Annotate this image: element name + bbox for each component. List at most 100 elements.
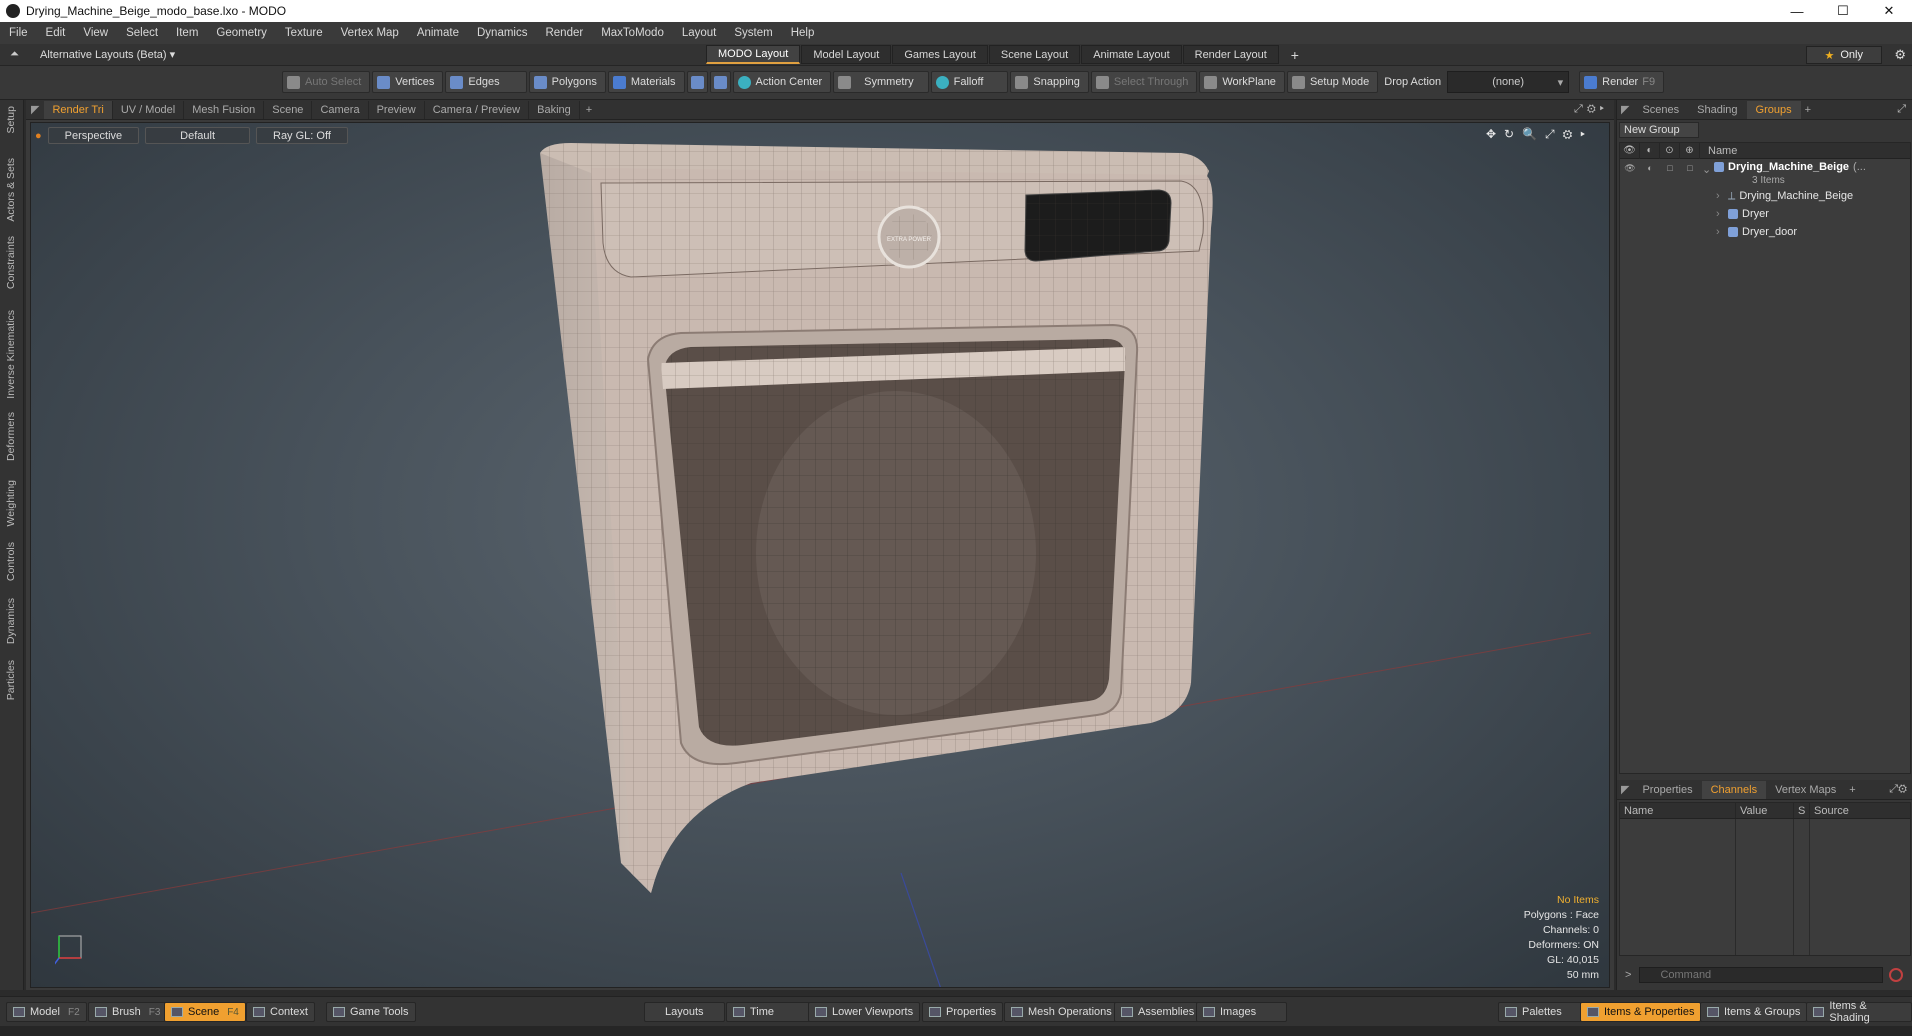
viewport-nav-icons[interactable]: ✥↻🔍⤢⚙▸ <box>1486 127 1593 142</box>
left-tab-weighting[interactable]: Weighting <box>5 480 17 527</box>
add-prop-tab-button[interactable]: + <box>1845 784 1859 796</box>
mesh-operations-button[interactable]: Mesh Operations <box>1004 1002 1119 1022</box>
menu-texture[interactable]: Texture <box>276 27 332 39</box>
menu-item[interactable]: Item <box>167 27 207 39</box>
vtab-camera[interactable]: Camera <box>312 100 369 119</box>
menu-file[interactable]: File <box>0 27 37 39</box>
only-button[interactable]: ★ Only <box>1805 46 1882 64</box>
setup-mode-button[interactable]: Setup Mode <box>1286 71 1379 93</box>
vtab-preview[interactable]: Preview <box>369 100 425 119</box>
items-groups-button[interactable]: Items & Groups <box>1700 1002 1808 1022</box>
menu-edit[interactable]: Edit <box>37 27 75 39</box>
shield-button-1[interactable] <box>686 71 708 93</box>
menu-animate[interactable]: Animate <box>408 27 468 39</box>
left-tab-dynamics[interactable]: Dynamics <box>5 598 17 644</box>
symmetry-button[interactable]: Symmetry <box>833 71 929 93</box>
alternative-layouts-dropdown[interactable]: Alternative Layouts (Beta) ▾ <box>40 48 175 61</box>
items-shading-button[interactable]: Items & Shading <box>1806 1000 1912 1024</box>
panel-menu-icon-right[interactable]: ◤ <box>1617 103 1633 116</box>
channels-source-header[interactable]: Source <box>1810 803 1910 818</box>
group-child-row[interactable]: › Dryer <box>1620 205 1910 223</box>
view-perspective-button[interactable]: Perspective <box>47 127 140 144</box>
edges-button[interactable]: Edges <box>445 71 527 93</box>
tab-vertex-maps[interactable]: Vertex Maps <box>1766 781 1845 799</box>
menu-geometry[interactable]: Geometry <box>207 27 276 39</box>
select-through-button[interactable]: Select Through <box>1090 71 1198 93</box>
falloff-button[interactable]: Falloff <box>930 71 1009 93</box>
time-button[interactable]: Time <box>726 1002 816 1022</box>
action-center-button[interactable]: Action Center <box>732 71 832 93</box>
lock-col-icon[interactable]: ⊙ <box>1660 142 1680 159</box>
render-button[interactable]: Render F9 <box>1579 71 1665 93</box>
layout-tab-modo[interactable]: MODO Layout <box>706 45 801 64</box>
channels-name-header[interactable]: Name <box>1620 803 1736 818</box>
vtab-mesh-fusion[interactable]: Mesh Fusion <box>184 100 265 119</box>
menu-maxtomodo[interactable]: MaxToModo <box>592 27 673 39</box>
channels-s-header[interactable]: S <box>1794 803 1810 818</box>
add-viewport-tab-button[interactable]: + <box>580 104 598 116</box>
lower-viewports-button[interactable]: Lower Viewports <box>808 1002 921 1022</box>
3d-viewport[interactable]: ● Perspective Default Ray GL: Off ✥↻🔍⤢⚙▸ <box>30 122 1610 988</box>
properties-button[interactable]: Properties <box>922 1002 1004 1022</box>
layout-tab-model[interactable]: Model Layout <box>801 45 892 64</box>
menu-select[interactable]: Select <box>117 27 167 39</box>
layouts-button[interactable]: Layouts <box>644 1002 725 1022</box>
game-tools-button[interactable]: Game Tools <box>326 1002 416 1022</box>
vtab-uv-model[interactable]: UV / Model <box>113 100 185 119</box>
minimize-button[interactable]: — <box>1774 0 1820 22</box>
layout-tab-games[interactable]: Games Layout <box>892 45 988 64</box>
model-button[interactable]: Model F2 <box>6 1002 87 1022</box>
left-tab-setup[interactable]: Setup <box>5 106 17 133</box>
items-properties-button[interactable]: Items & Properties <box>1580 1002 1702 1022</box>
left-tab-actors-sets[interactable]: Actors & Sets <box>5 158 17 222</box>
render-toggle-icon[interactable]: ◐ <box>1640 159 1660 177</box>
palettes-button[interactable]: Palettes <box>1498 1002 1583 1022</box>
tab-scenes[interactable]: Scenes <box>1633 101 1688 119</box>
raygl-toggle[interactable]: Ray GL: Off <box>256 127 348 144</box>
lock-toggle-icon[interactable]: □ <box>1660 159 1680 177</box>
expand-arrow-icon[interactable]: ⌄ <box>1702 163 1711 176</box>
scene-button[interactable]: Scene F4 <box>164 1002 246 1022</box>
left-tab-controls[interactable]: Controls <box>5 542 17 581</box>
context-button[interactable]: Context <box>246 1002 315 1022</box>
left-tab-constraints[interactable]: Constraints <box>5 236 17 289</box>
group-child-row[interactable]: › ⟂ Drying_Machine_Beige <box>1620 187 1910 205</box>
polygons-button[interactable]: Polygons <box>528 71 606 93</box>
expand-icon[interactable]: ⤢ <box>1897 103 1906 116</box>
select-toggle-icon[interactable]: □ <box>1680 159 1700 177</box>
materials-button[interactable]: Materials <box>607 71 685 93</box>
eye-icon[interactable]: 👁 <box>1620 159 1640 177</box>
visibility-col-icon[interactable]: 👁 <box>1620 142 1640 159</box>
layout-tab-scene[interactable]: Scene Layout <box>988 45 1081 64</box>
menu-dynamics[interactable]: Dynamics <box>468 27 536 39</box>
command-input[interactable]: Command <box>1639 967 1884 983</box>
tab-channels[interactable]: Channels <box>1701 780 1767 799</box>
tab-properties[interactable]: Properties <box>1633 781 1701 799</box>
menu-layout[interactable]: Layout <box>673 27 726 39</box>
menu-view[interactable]: View <box>74 27 117 39</box>
group-row-root[interactable]: 👁 ◐ □ □ ⌄ Drying_Machine_Beige (... 3 It… <box>1620 159 1910 187</box>
close-button[interactable]: ✕ <box>1866 0 1912 22</box>
select-col-icon[interactable]: ⊕ <box>1680 142 1700 159</box>
layout-up-icon[interactable]: ⏶ <box>10 48 19 61</box>
props-settings-icon[interactable]: ⤢⚙ <box>1889 783 1907 796</box>
shield-button-2[interactable] <box>709 71 731 93</box>
menu-system[interactable]: System <box>725 27 781 39</box>
auto-select-button[interactable]: Auto Select <box>282 71 371 93</box>
new-group-button[interactable]: New Group <box>1619 122 1699 138</box>
maximize-button[interactable]: ☐ <box>1820 0 1866 22</box>
menu-render[interactable]: Render <box>536 27 592 39</box>
vtab-baking[interactable]: Baking <box>529 100 580 119</box>
assemblies-button[interactable]: Assemblies <box>1114 1002 1202 1022</box>
group-child-row[interactable]: › Dryer_door <box>1620 223 1910 241</box>
gear-icon[interactable]: ⚙ <box>1894 47 1906 63</box>
viewport-panel-icons[interactable]: ⤢⚙▸ <box>1574 103 1608 116</box>
menu-help[interactable]: Help <box>782 27 824 39</box>
shading-default-button[interactable]: Default <box>145 127 250 144</box>
record-macro-icon[interactable] <box>1889 968 1904 982</box>
tab-groups[interactable]: Groups <box>1746 100 1801 119</box>
vtab-camera-preview[interactable]: Camera / Preview <box>425 100 530 119</box>
left-tab-deformers[interactable]: Deformers <box>5 412 17 461</box>
menu-vertex-map[interactable]: Vertex Map <box>332 27 408 39</box>
vertices-button[interactable]: Vertices <box>372 71 444 93</box>
